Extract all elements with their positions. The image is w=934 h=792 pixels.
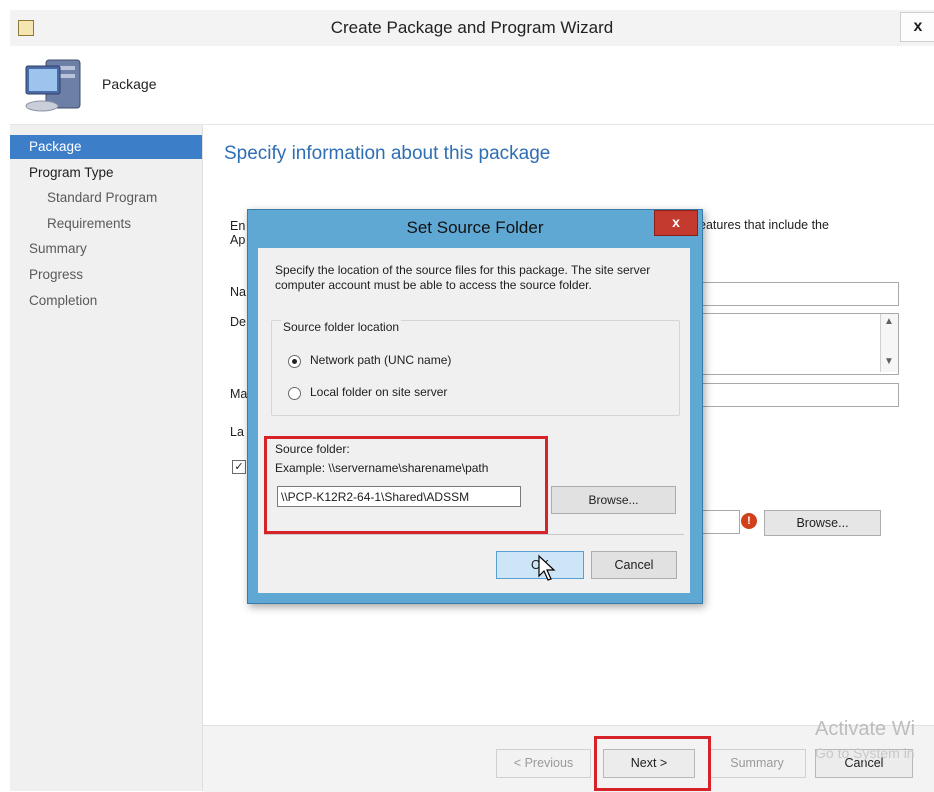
nav-item-program-type[interactable]: Program Type [10, 161, 202, 185]
source-location-group: Source folder location Network path (UNC… [271, 320, 680, 416]
window-title: Create Package and Program Wizard [330, 18, 614, 37]
nav-item-standard-program[interactable]: Standard Program [10, 186, 202, 210]
local-folder-radio[interactable] [288, 387, 301, 400]
dialog-separator [264, 534, 684, 535]
browse-button-label: Browse... [796, 516, 849, 530]
name-input[interactable] [698, 282, 899, 306]
summary-button[interactable]: Summary [708, 749, 806, 778]
browse-button[interactable]: Browse... [764, 510, 881, 536]
nav-item-summary[interactable]: Summary [10, 237, 202, 261]
mouse-cursor-icon [538, 554, 556, 581]
dialog-body: Specify the location of the source files… [258, 248, 690, 593]
network-path-label[interactable]: Network path (UNC name) [310, 353, 451, 367]
wizard-nav: Package Program Type Standard Program Re… [10, 125, 203, 791]
language-label: La [230, 425, 244, 439]
previous-button[interactable]: < Previous [496, 749, 591, 778]
dialog-cancel-button[interactable]: Cancel [591, 551, 677, 579]
scroll-down-icon[interactable]: ▼ [884, 356, 894, 367]
set-source-folder-dialog: Set Source Folder x Specify the location… [247, 209, 703, 604]
nav-item-requirements[interactable]: Requirements [10, 212, 202, 236]
description-text-start: En [230, 219, 246, 233]
nav-item-completion[interactable]: Completion [10, 289, 202, 313]
group-label: Source folder location [281, 320, 402, 334]
manufacturer-input[interactable] [698, 383, 899, 407]
name-label: Na [230, 285, 246, 299]
source-folder-input[interactable] [698, 510, 740, 534]
dialog-browse-button[interactable]: Browse... [551, 486, 676, 514]
radio-selected-dot [292, 359, 297, 364]
computer-icon [25, 59, 81, 112]
activate-watermark: Activate Wi [815, 718, 916, 740]
wizard-header: Package [10, 46, 934, 125]
activate-watermark-sub: Go to System in [815, 745, 915, 761]
description-text-tail: eatures that include the [699, 218, 829, 232]
network-path-radio[interactable] [288, 355, 301, 368]
page-title: Specify information about this package [224, 143, 551, 164]
nav-item-package[interactable]: Package [10, 135, 202, 159]
dialog-title: Set Source Folder [406, 218, 544, 237]
scroll-up-icon[interactable]: ▲ [884, 316, 894, 327]
dialog-instructions: Specify the location of the source files… [275, 263, 651, 292]
manufacturer-label: Ma [230, 387, 248, 401]
window-titlebar: Create Package and Program Wizard x [10, 10, 934, 47]
nav-item-progress[interactable]: Progress [10, 263, 202, 287]
window-close-button[interactable]: x [900, 12, 934, 42]
next-highlight-box [594, 736, 711, 791]
description-scrollbar[interactable]: ▲ ▼ [880, 314, 898, 372]
local-folder-label[interactable]: Local folder on site server [310, 385, 447, 399]
description-textarea[interactable]: ▲ ▼ [698, 313, 899, 375]
description-text-start-2: Ap [230, 233, 246, 247]
header-step-label: Package [102, 76, 157, 92]
source-folder-highlight-box [264, 436, 548, 534]
description-label: De [230, 315, 246, 329]
dialog-close-button[interactable]: x [654, 210, 698, 236]
source-files-checkbox[interactable]: ✓ [232, 460, 246, 474]
error-icon: ! [741, 513, 757, 529]
